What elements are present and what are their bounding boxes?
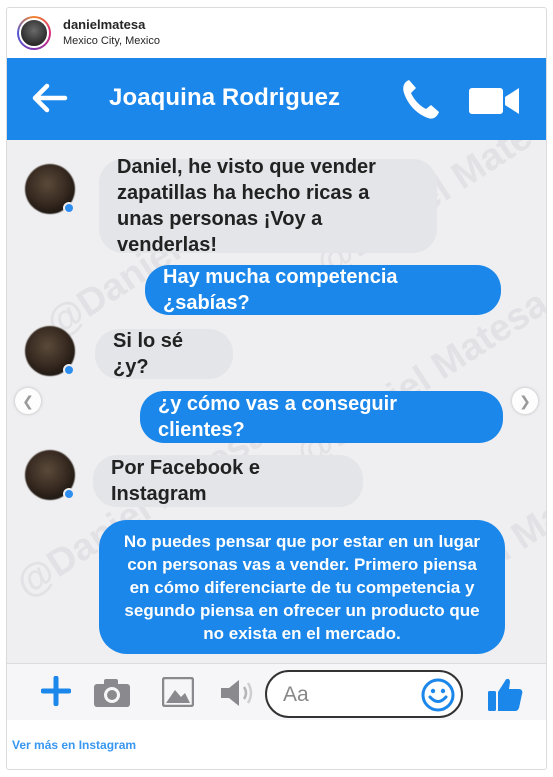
microphone-icon[interactable] xyxy=(217,678,255,708)
post-username[interactable]: danielmatesa xyxy=(63,17,145,32)
instagram-embed: danielmatesa Mexico City, Mexico @Daniel… xyxy=(6,7,547,770)
message-bubble-outgoing: Hay mucha competencia ¿sabías? xyxy=(145,265,501,315)
message-bubble-incoming: Si lo sé ¿y? xyxy=(95,329,233,379)
online-indicator xyxy=(63,364,75,376)
video-camera-icon[interactable] xyxy=(469,86,519,116)
back-arrow-icon[interactable] xyxy=(31,82,69,114)
message-composer: Aa xyxy=(7,663,546,720)
profile-avatar[interactable] xyxy=(17,16,51,50)
chat-screenshot: @Daniel Matesa @Daniel Matesa @Daniel Ma… xyxy=(7,58,546,720)
online-indicator xyxy=(63,488,75,500)
thumbs-up-icon[interactable] xyxy=(487,676,523,712)
camera-icon[interactable] xyxy=(93,678,131,708)
contact-name[interactable]: Joaquina Rodriguez xyxy=(109,84,340,112)
online-indicator xyxy=(63,202,75,214)
emoji-icon[interactable] xyxy=(421,678,455,712)
message-input[interactable]: Aa xyxy=(265,670,463,718)
post-location[interactable]: Mexico City, Mexico xyxy=(63,35,160,47)
message-input-placeholder: Aa xyxy=(283,683,309,706)
post-header: danielmatesa Mexico City, Mexico xyxy=(7,8,546,58)
view-more-link[interactable]: Ver más en Instagram xyxy=(12,738,136,752)
message-bubble-outgoing: ¿y cómo vas a conseguir clientes? xyxy=(140,391,503,443)
message-bubble-incoming: Por Facebook e Instagram xyxy=(93,455,363,507)
message-bubble-outgoing: No puedes pensar que por estar en un lug… xyxy=(99,520,505,654)
phone-icon[interactable] xyxy=(400,77,440,121)
chat-header: Joaquina Rodriguez xyxy=(7,58,546,140)
photo-icon[interactable] xyxy=(162,677,194,707)
carousel-next-button[interactable]: ❯ xyxy=(512,388,538,414)
message-bubble-incoming: Daniel, he visto que vender zapatillas h… xyxy=(99,156,437,256)
plus-icon[interactable] xyxy=(41,676,71,706)
carousel-prev-button[interactable]: ❮ xyxy=(15,388,41,414)
